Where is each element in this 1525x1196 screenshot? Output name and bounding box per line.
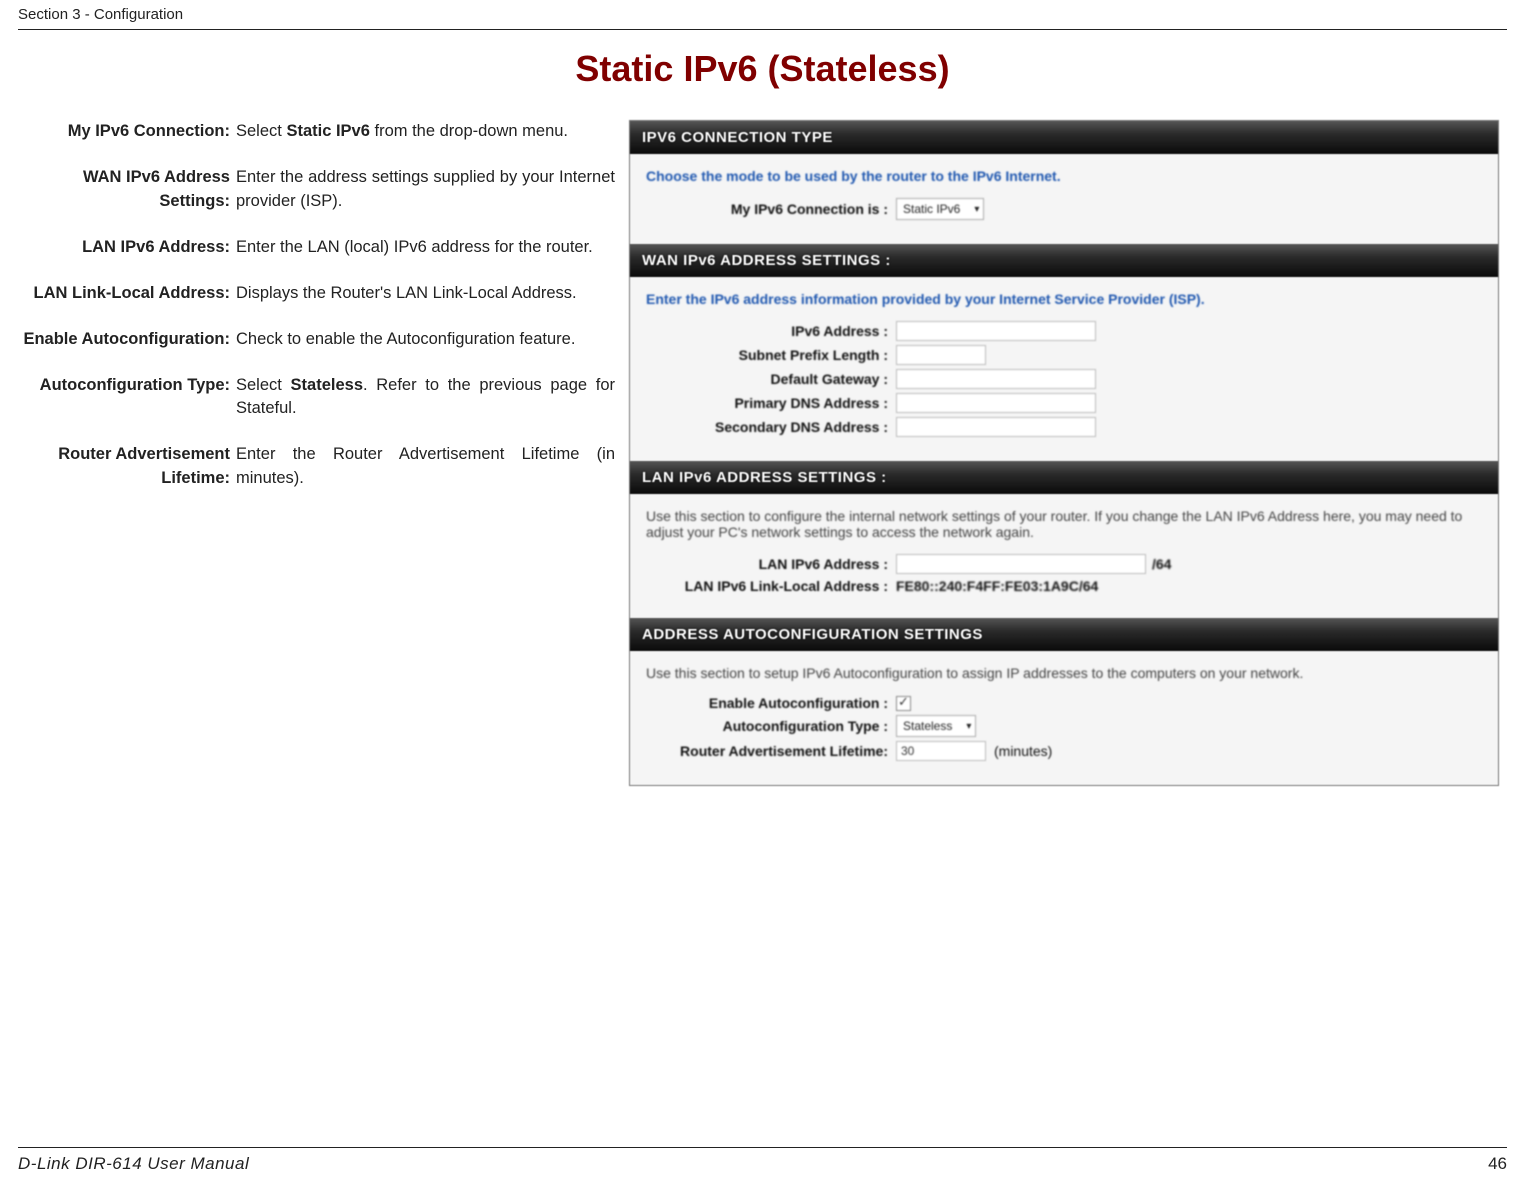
chevron-down-icon: ▾ (974, 204, 979, 215)
def-desc: Displays the Router's LAN Link-Local Add… (236, 282, 615, 306)
primary-dns-input[interactable] (896, 393, 1096, 413)
lifetime-value: 30 (901, 744, 914, 758)
def-label: My IPv6 Connection: (18, 120, 236, 144)
def-desc: Enter the Router Advertisement Lifetime … (236, 443, 615, 491)
gateway-input[interactable] (896, 369, 1096, 389)
wan-instruction: Enter the IPv6 address information provi… (646, 291, 1482, 307)
wan-label-4: Secondary DNS Address : (646, 419, 896, 435)
def-label: Enable Autoconfiguration: (18, 328, 236, 352)
section-head-wan: WAN IPv6 ADDRESS SETTINGS : (630, 244, 1498, 277)
def-label: LAN Link-Local Address: (18, 282, 236, 306)
auto-type-select[interactable]: Stateless ▾ (896, 715, 976, 737)
page-title: Static IPv6 (Stateless) (18, 48, 1507, 90)
def-row: Router Advertisement Lifetime: Enter the… (18, 443, 615, 491)
definition-list: My IPv6 Connection: Select Static IPv6 f… (18, 120, 615, 513)
lan-ll-label: LAN IPv6 Link-Local Address : (646, 578, 896, 594)
chevron-down-icon: ▾ (966, 721, 971, 732)
lan-addr-suffix: /64 (1152, 556, 1171, 572)
router-screenshot: IPV6 CONNECTION TYPE Choose the mode to … (629, 120, 1499, 786)
def-desc: Select Static IPv6 from the drop-down me… (236, 120, 615, 144)
footer-page: 46 (1488, 1154, 1507, 1174)
page-footer: D-Link DIR-614 User Manual 46 (18, 1147, 1507, 1174)
section-head-conn: IPV6 CONNECTION TYPE (630, 121, 1498, 154)
footer-manual: D-Link DIR-614 User Manual (18, 1154, 249, 1174)
wan-label-3: Primary DNS Address : (646, 395, 896, 411)
ipv6-address-input[interactable] (896, 321, 1096, 341)
def-label: WAN IPv6 Address Settings: (18, 166, 236, 214)
conn-label: My IPv6 Connection is : (646, 201, 896, 217)
conn-instruction: Choose the mode to be used by the router… (646, 168, 1482, 184)
lan-addr-label: LAN IPv6 Address : (646, 556, 896, 572)
auto-type-value: Stateless (903, 719, 952, 733)
lan-ipv6-input[interactable] (896, 554, 1146, 574)
secondary-dns-input[interactable] (896, 417, 1096, 437)
def-row: Enable Autoconfiguration: Check to enabl… (18, 328, 615, 352)
lifetime-input[interactable]: 30 (896, 741, 986, 761)
def-desc: Enter the LAN (local) IPv6 address for t… (236, 236, 615, 260)
def-desc: Select Stateless. Refer to the previous … (236, 374, 615, 422)
def-row: My IPv6 Connection: Select Static IPv6 f… (18, 120, 615, 144)
lan-ll-value: FE80::240:F4FF:FE03:1A9C/64 (896, 578, 1098, 594)
section-header: Section 3 - Configuration (18, 4, 1507, 30)
conn-select-value: Static IPv6 (903, 202, 960, 216)
wan-label-0: IPv6 Address : (646, 323, 896, 339)
section-head-auto: ADDRESS AUTOCONFIGURATION SETTINGS (630, 618, 1498, 651)
auto-instruction: Use this section to setup IPv6 Autoconfi… (646, 665, 1482, 681)
def-row: LAN Link-Local Address: Displays the Rou… (18, 282, 615, 306)
def-row: LAN IPv6 Address: Enter the LAN (local) … (18, 236, 615, 260)
wan-label-2: Default Gateway : (646, 371, 896, 387)
def-label: LAN IPv6 Address: (18, 236, 236, 260)
section-head-lan: LAN IPv6 ADDRESS SETTINGS : (630, 461, 1498, 494)
life-unit: (minutes) (994, 743, 1052, 759)
def-label: Autoconfiguration Type: (18, 374, 236, 422)
wan-label-1: Subnet Prefix Length : (646, 347, 896, 363)
auto-type-label: Autoconfiguration Type : (646, 718, 896, 734)
enable-auto-checkbox[interactable] (896, 696, 911, 711)
enable-auto-label: Enable Autoconfiguration : (646, 695, 896, 711)
def-desc: Check to enable the Autoconfiguration fe… (236, 328, 615, 352)
lan-instruction: Use this section to configure the intern… (646, 508, 1482, 540)
prefix-length-input[interactable] (896, 345, 986, 365)
def-row: Autoconfiguration Type: Select Stateless… (18, 374, 615, 422)
def-desc: Enter the address settings supplied by y… (236, 166, 615, 214)
life-label: Router Advertisement Lifetime: (646, 743, 896, 759)
def-label: Router Advertisement Lifetime: (18, 443, 236, 491)
def-row: WAN IPv6 Address Settings: Enter the add… (18, 166, 615, 214)
conn-select[interactable]: Static IPv6 ▾ (896, 198, 984, 220)
